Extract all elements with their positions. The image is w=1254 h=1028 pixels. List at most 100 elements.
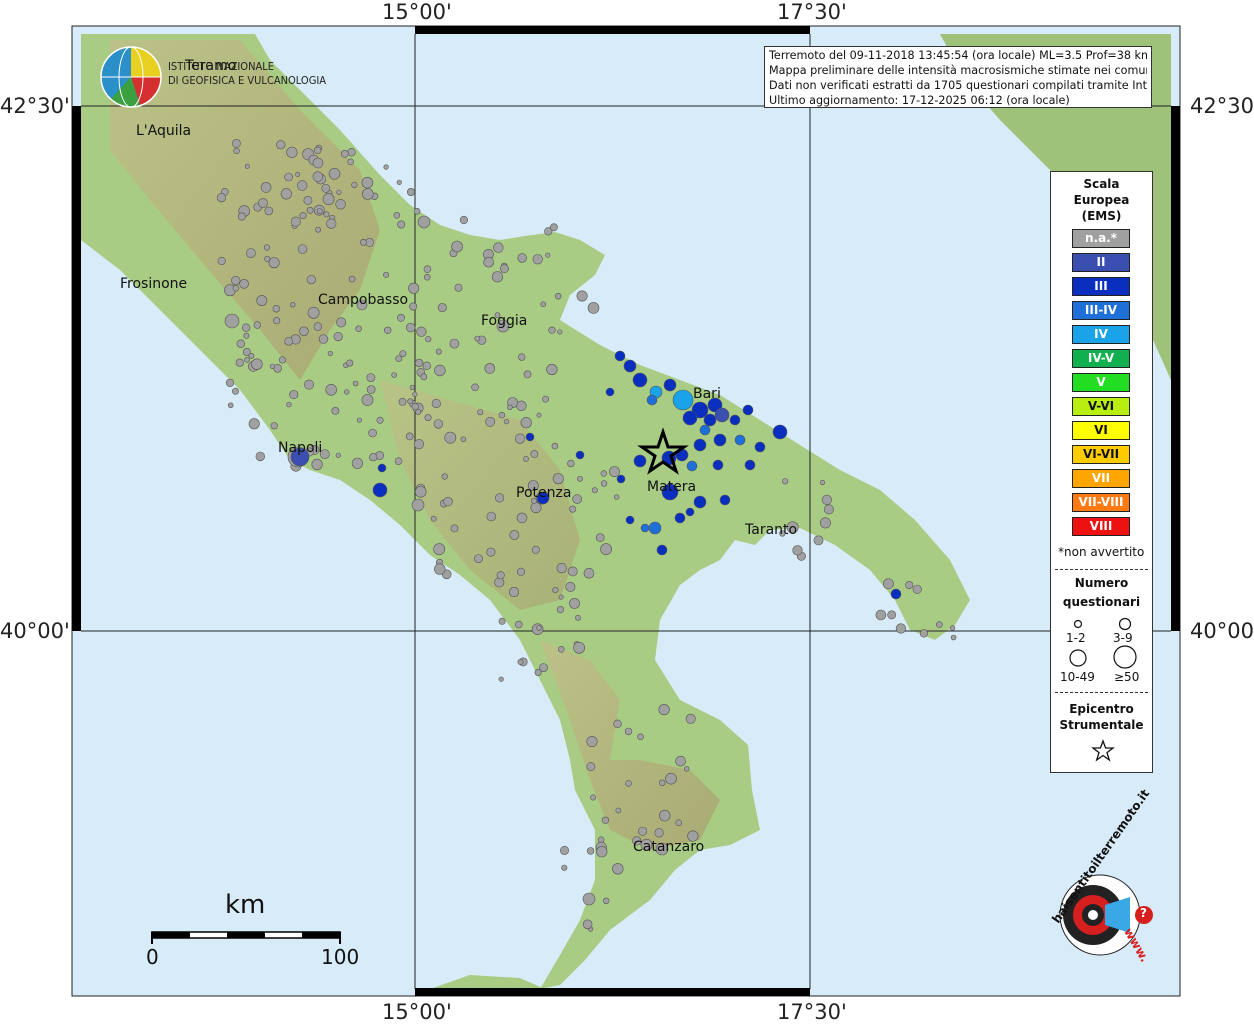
observation-point-na bbox=[430, 515, 437, 522]
observation-point-na bbox=[263, 244, 271, 251]
observation-point-na bbox=[256, 295, 268, 306]
observation-point-na bbox=[520, 417, 532, 429]
city-label: Matera bbox=[647, 479, 696, 495]
observation-point-na bbox=[493, 242, 504, 253]
observation-point-na bbox=[499, 264, 509, 274]
event-info-box: Terremoto del 09-11-2018 13:45:54 (ora l… bbox=[764, 46, 1152, 108]
observation-point-iii bbox=[663, 378, 677, 392]
observation-point-iii bbox=[729, 414, 741, 426]
observation-point-na bbox=[569, 598, 580, 609]
observation-point-na bbox=[248, 418, 260, 430]
city-label: Bari bbox=[693, 386, 721, 402]
observation-point-na bbox=[567, 459, 575, 468]
observation-point-na bbox=[313, 322, 323, 331]
observation-point-na bbox=[331, 406, 340, 415]
observation-point-na bbox=[312, 171, 323, 182]
observation-point-na bbox=[224, 313, 240, 329]
observation-point-na bbox=[253, 321, 261, 329]
frame-bar-left bbox=[72, 106, 81, 631]
observation-point-na bbox=[290, 216, 301, 227]
observation-point-na bbox=[415, 408, 422, 415]
observation-point-na bbox=[474, 335, 481, 342]
legend-divider bbox=[1055, 692, 1148, 693]
observation-point-na bbox=[576, 290, 588, 302]
observation-point-iii bbox=[674, 512, 686, 524]
observation-point-na bbox=[508, 586, 520, 598]
observation-point-iiiiv bbox=[699, 424, 711, 436]
observation-point-na bbox=[556, 605, 565, 614]
observation-point-na bbox=[422, 361, 431, 370]
observation-point-na bbox=[255, 451, 265, 462]
observation-point-na bbox=[596, 846, 608, 858]
observation-point-na bbox=[498, 676, 504, 682]
observation-point-na bbox=[575, 614, 581, 621]
institute-line: ISTITUTO NAZIONALE bbox=[168, 60, 275, 73]
observation-point-na bbox=[498, 411, 506, 419]
lon-label-top: 15°00' bbox=[382, 0, 452, 24]
lon-label-top: 17°30' bbox=[777, 0, 847, 24]
observation-point-na bbox=[299, 326, 309, 337]
observation-point-na bbox=[340, 149, 349, 158]
observation-point-na bbox=[437, 303, 447, 313]
observation-point-na bbox=[336, 189, 342, 195]
observation-point-na bbox=[905, 581, 914, 590]
observation-point-na bbox=[552, 473, 564, 485]
legend-swatch-ii: II bbox=[1072, 253, 1130, 272]
observation-point-na bbox=[600, 470, 607, 477]
lon-label-bottom: 15°00' bbox=[382, 1000, 452, 1024]
observation-point-na bbox=[383, 164, 389, 170]
observation-point-na bbox=[397, 220, 406, 229]
observation-point-na bbox=[424, 414, 432, 422]
observation-point-na bbox=[523, 370, 532, 379]
scale-bar-end: 100 bbox=[321, 945, 360, 969]
observation-point-na bbox=[495, 493, 505, 503]
observation-point-na bbox=[411, 403, 419, 411]
legend-epicenter-title: Epicentro Strumentale bbox=[1059, 702, 1144, 732]
observation-point-na bbox=[328, 168, 341, 180]
observation-point-na bbox=[567, 566, 578, 577]
observation-point-na bbox=[270, 422, 278, 430]
observation-point-na bbox=[268, 257, 280, 269]
observation-point-na bbox=[368, 428, 377, 438]
observation-point-na bbox=[587, 302, 600, 314]
observation-point-na bbox=[273, 317, 281, 325]
legend-swatch-v-vi: V-VI bbox=[1072, 397, 1130, 416]
observation-point-na bbox=[554, 293, 562, 300]
observation-point-na bbox=[685, 713, 696, 724]
observation-point-na bbox=[523, 455, 529, 462]
info-line: Terremoto del 09-11-2018 13:45:54 (ora l… bbox=[769, 49, 1147, 62]
observation-point-na bbox=[573, 641, 585, 654]
observation-point-na bbox=[509, 530, 520, 540]
observation-point-na bbox=[333, 332, 343, 342]
observation-point-iv bbox=[672, 389, 694, 411]
observation-point-iii bbox=[372, 482, 388, 498]
observation-point-na bbox=[637, 733, 644, 741]
observation-point-na bbox=[278, 356, 287, 364]
observation-point-na bbox=[550, 223, 558, 232]
observation-point-na bbox=[558, 594, 564, 600]
observation-point-na bbox=[297, 244, 308, 254]
observation-point-na bbox=[417, 215, 431, 229]
observation-point-na bbox=[406, 322, 416, 333]
observation-point-na bbox=[335, 199, 346, 210]
observation-point-na bbox=[303, 195, 313, 205]
observation-point-na bbox=[412, 391, 418, 397]
observation-point-na bbox=[602, 897, 610, 904]
observation-point-na bbox=[659, 809, 671, 822]
observation-point-na bbox=[624, 727, 633, 736]
observation-point-na bbox=[595, 533, 605, 542]
observation-point-na bbox=[823, 504, 834, 515]
legend-swatch-n-a: n.a.* bbox=[1072, 229, 1130, 248]
observation-point-na bbox=[486, 511, 497, 522]
observation-point-na bbox=[514, 433, 526, 444]
observation-point-na bbox=[359, 238, 367, 246]
legend-swatch-vii-viii: VII-VIII bbox=[1072, 493, 1130, 512]
observation-point-na bbox=[307, 306, 320, 319]
observation-point-na bbox=[361, 176, 374, 189]
observation-point-na bbox=[394, 457, 403, 466]
observation-point-na bbox=[232, 284, 240, 292]
observation-point-na bbox=[284, 172, 293, 182]
observation-point-iii bbox=[632, 372, 648, 388]
observation-point-na bbox=[260, 182, 272, 193]
observation-point-na bbox=[474, 554, 483, 563]
